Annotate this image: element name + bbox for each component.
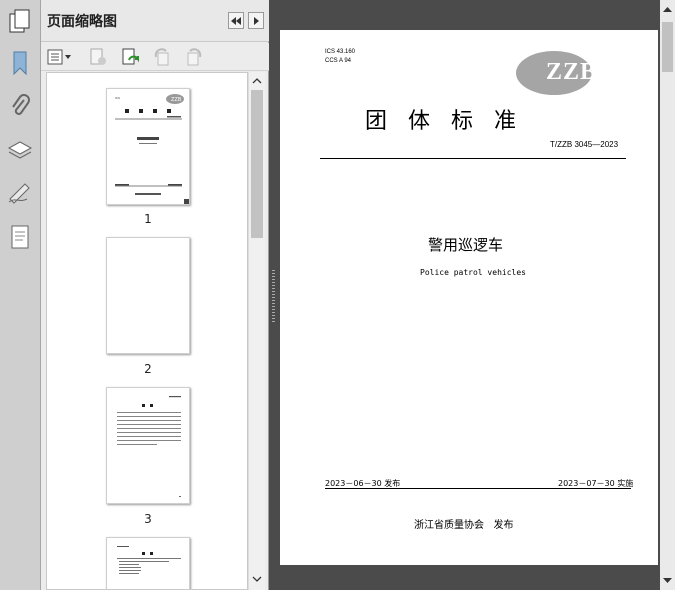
document-title-cn: 警用巡逻车 [428,236,504,254]
thumbnail-scrollbar[interactable] [248,72,265,590]
document-page: ICS 43.160 CCS A 94 ZZB 团 体 标 准 T/ZZB 30… [280,30,658,565]
options-icon [47,49,71,65]
thumbnail-page-2[interactable] [106,237,190,354]
svg-text:ZZB: ZZB [171,97,182,103]
insert-pages-button[interactable] [119,46,141,68]
panel-title: 页面缩略图 [47,14,117,30]
attachments-icon[interactable] [5,92,35,122]
thumbnail-label-2: 2 [144,362,152,376]
signatures-icon[interactable] [5,178,35,208]
content-icon[interactable] [5,222,35,252]
scroll-down-arrow-icon[interactable] [249,572,265,586]
document-scroll-thumb[interactable] [662,22,673,72]
right-arrow-icon [254,16,259,25]
panel-header: 页面缩略图 [41,0,269,42]
document-title-en: Police patrol vehicles [420,268,526,277]
navigation-rail [0,0,41,590]
rotate-cw-button[interactable] [183,46,205,68]
page-1-preview: ICS ZZB [115,94,189,204]
options-menu-button[interactable] [47,46,73,68]
delete-pages-button[interactable] [87,46,109,68]
delete-page-icon [90,48,106,65]
thumbnail-scroll-thumb[interactable] [251,90,263,238]
scroll-up-arrow-icon[interactable] [249,74,265,88]
layers-icon[interactable] [5,136,35,166]
splitter-grip[interactable] [272,270,275,322]
bookmarks-icon[interactable] [5,48,35,78]
standard-number: T/ZZB 3045—2023 [550,140,619,149]
expand-panel-button[interactable] [248,12,264,29]
page-3-preview [117,396,181,497]
header-rule [320,158,626,159]
thumbnail-label-3: 3 [144,512,152,526]
zzb-logo: ZZB [516,51,596,95]
page-4-preview [117,546,181,574]
thumbnail-page-4[interactable] [106,537,190,589]
panel-toolbar [41,43,269,71]
footer-rule [325,488,631,489]
document-scrollbar[interactable] [660,0,675,590]
publisher: 浙江省质量协会 发布 [414,520,514,531]
doc-scroll-up-icon[interactable] [660,3,675,17]
page-thumbnails-icon[interactable] [5,6,35,36]
thumbnail-label-1: 1 [144,212,152,226]
doc-scroll-down-icon[interactable] [660,573,675,587]
collapse-panel-button[interactable] [228,12,244,29]
rotate-ccw-button[interactable] [151,46,173,68]
logo-text: ZZB [546,59,598,85]
rotate-right-icon [187,48,202,66]
thumbnail-page-1[interactable]: ICS ZZB [106,88,190,205]
double-left-arrow-icon [231,16,241,25]
thumbnail-page-3[interactable] [106,387,190,504]
ics-code: ICS 43.160 [325,49,356,55]
svg-text:ICS: ICS [115,96,120,100]
rotate-left-icon [154,48,169,66]
insert-page-icon [122,48,139,65]
thumbnail-list: ICS ZZB 1 2 3 [46,72,248,590]
document-heading: 团 体 标 准 [365,109,516,134]
panel-splitter[interactable] [269,0,278,590]
ccs-code: CCS A 94 [325,58,352,64]
page-thumbnails-panel: 页面缩略图 ICS ZZB 1 2 3 [41,0,269,590]
